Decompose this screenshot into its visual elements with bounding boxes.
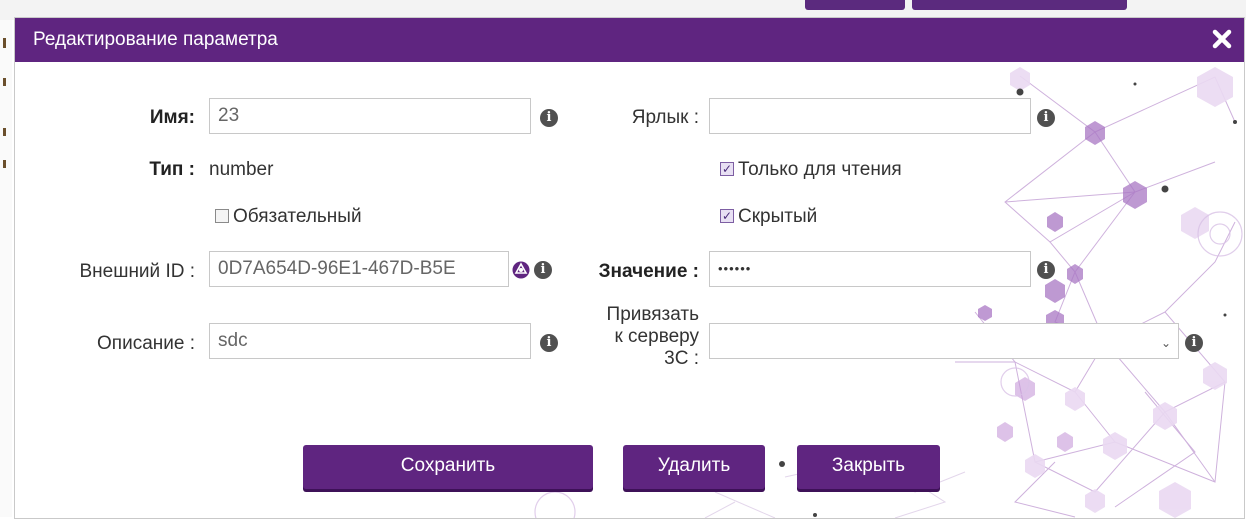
globe-generate-icon[interactable] xyxy=(512,261,530,279)
name-colon: : xyxy=(188,107,195,128)
dialog-title: Редактирование параметра xyxy=(33,29,278,50)
name-label: Имя: xyxy=(149,107,195,128)
required-checkbox[interactable] xyxy=(215,209,229,223)
description-input[interactable]: sdc xyxy=(209,323,531,359)
type-colon: : xyxy=(188,159,195,180)
info-icon[interactable]: i xyxy=(534,261,552,279)
edit-parameter-dialog: Редактирование параметра Имя: 23 i Ярлык… xyxy=(14,17,1245,519)
value-password-input[interactable]: •••••• xyxy=(709,251,1031,287)
name-input[interactable]: 23 xyxy=(209,98,531,134)
chevron-down-icon[interactable]: ⌄ xyxy=(1161,336,1171,350)
dialog-titlebar: Редактирование параметра xyxy=(15,18,1244,62)
shortcut-input[interactable] xyxy=(709,98,1031,134)
readonly-label: Только для чтения xyxy=(738,159,902,180)
required-label: Обязательный xyxy=(233,206,362,227)
info-icon[interactable]: i xyxy=(1185,334,1203,352)
info-icon[interactable]: i xyxy=(540,334,558,352)
description-label: Описание : xyxy=(97,333,195,354)
close-icon[interactable] xyxy=(1208,25,1236,53)
bind-server-label: Привязать к серверу 3С : xyxy=(606,304,699,369)
readonly-checkbox[interactable]: ✓ xyxy=(720,162,734,176)
type-value: number xyxy=(209,159,274,180)
bind-server-select[interactable] xyxy=(709,323,1179,359)
background-app-sidebar xyxy=(0,20,12,517)
background-tab xyxy=(805,0,905,10)
shortcut-label: Ярлык : xyxy=(631,107,699,128)
info-icon[interactable]: i xyxy=(1037,261,1055,279)
close-button[interactable]: Закрыть xyxy=(797,445,940,489)
save-button[interactable]: Сохранить xyxy=(303,445,593,489)
info-icon[interactable]: i xyxy=(1037,109,1055,127)
delete-button[interactable]: Удалить xyxy=(623,445,765,489)
value-label: Значение : xyxy=(598,261,699,282)
info-icon[interactable]: i xyxy=(540,109,558,127)
hidden-label: Скрытый xyxy=(738,206,818,227)
hidden-checkbox[interactable]: ✓ xyxy=(720,209,734,223)
external-id-input[interactable]: 0D7A654D-96E1-467D-B5E xyxy=(209,251,509,287)
external-id-label: Внешний ID : xyxy=(79,261,195,282)
type-label: Тип : xyxy=(149,159,195,180)
background-tab xyxy=(912,0,1127,10)
